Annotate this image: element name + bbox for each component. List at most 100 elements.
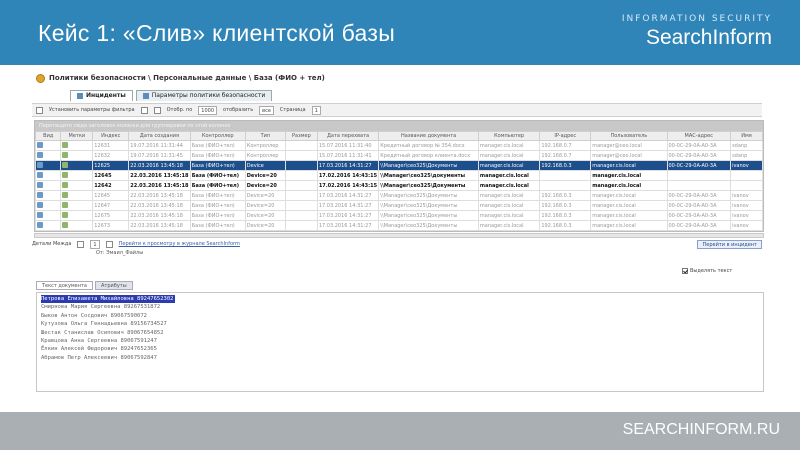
tab-incidents[interactable]: Инциденты [70, 90, 133, 101]
table-row[interactable]: 12625 22.03.2016 13:45:18 База (ФИО+тел) De… [35, 160, 763, 171]
table-cell: manager.cis.local [590, 220, 668, 231]
column-header[interactable]: MAC-адрес [666, 131, 732, 141]
column-header[interactable]: Контроллер [189, 131, 246, 141]
table-cell: manager.cis.local [590, 200, 668, 211]
column-header[interactable]: Дата создания [128, 131, 191, 141]
checkbox-checked-icon[interactable] [682, 268, 688, 274]
page-input[interactable]: 1 [311, 105, 321, 115]
table-cell: ivanov [730, 200, 763, 211]
table-cell: 17.03.2016 14:31:27 [316, 190, 380, 201]
column-header[interactable]: Компьютер [477, 131, 541, 141]
table-row[interactable]: 12645 22.03.2016 13:45:18 База (ФИО+тел) De… [35, 170, 763, 181]
tag-icon [62, 171, 69, 178]
tab-policy-params[interactable]: Параметры политики безопасности [135, 90, 273, 101]
table-cell: 00-0C-29-0A-A0-3A [666, 220, 732, 231]
table-cell [35, 220, 62, 231]
table-cell: manager.cis.local [477, 180, 541, 191]
table-cell: \\Manager\ceo325\документы [378, 170, 479, 181]
table-row[interactable]: 12675 22.03.2016 13:45:18 База (ФИО+тел) De… [35, 210, 763, 221]
incident-type-icon [37, 151, 43, 158]
table-cell: \\Manager\ceo325\Документы [378, 180, 479, 191]
nav-next-icon[interactable] [105, 240, 113, 248]
table-cell: 00-0C-29-0A-A0-3A [666, 160, 732, 171]
table-cell: Device=20 [244, 170, 287, 181]
column-header[interactable]: Тип [244, 131, 287, 141]
table-cell: 12675 [92, 210, 130, 221]
group-by-bar: Перетащите сюда заголовок колонки для гр… [35, 121, 763, 131]
table-cell [285, 200, 318, 211]
brand-tagline: INFORMATION SECURITY [621, 14, 772, 24]
policy-icon [36, 73, 45, 83]
export-icon[interactable] [153, 106, 161, 114]
table-cell: База (ФИО+тел) [189, 200, 246, 211]
open-in-log-link[interactable]: Перейти к просмотру в журнале SearchInfo… [119, 241, 240, 247]
column-header[interactable]: Вид [35, 131, 62, 141]
table-cell: 00-0C-29-0A-A0-3A [666, 190, 732, 201]
table-cell [285, 150, 318, 161]
table-cell: manager.cis.local [477, 160, 541, 171]
text-line: Кравцова Анна Сергеевна 89067591247 [41, 338, 157, 345]
table-cell: \\Manager\ceo325\Документы [378, 210, 479, 221]
incident-type-icon [37, 141, 43, 148]
table-cell [730, 170, 763, 181]
breadcrumb: Политики безопасности \ Персональные дан… [36, 72, 325, 84]
table-cell: База (ФИО+тел) [189, 220, 246, 231]
table-cell: 22.03.2016 13:45:18 [128, 210, 191, 221]
table-cell [285, 180, 318, 191]
text-line: Быков Антон Сосдович 89067590072 [41, 312, 147, 319]
filter-icon[interactable] [36, 106, 43, 114]
table-cell: 00-0C-29-0A-A0-3A [666, 210, 732, 221]
tab-document-text[interactable]: Текст документа [36, 281, 93, 290]
table-cell [285, 160, 318, 171]
text-line: Абрамов Петр Алексеевич 89067592847 [41, 354, 157, 361]
table-row[interactable]: 12631 19.07.2016 11:31:44 База (ФИО+тел) Ко… [35, 140, 763, 151]
incident-type-icon [37, 181, 43, 188]
filter-button[interactable]: Установить параметры фильтра [49, 107, 135, 113]
table-cell: База (ФИО+тел) [189, 150, 246, 161]
refresh-icon[interactable] [140, 106, 148, 114]
table-row[interactable]: 12642 22.03.2016 13:45:18 База (ФИО+тел) De… [35, 180, 763, 191]
table-cell: Device=20 [244, 180, 287, 191]
document-text-panel[interactable]: Петрова Елизавета Михайловна 89247652302… [36, 292, 764, 392]
content-tabs: Текст документа Атрибуты [36, 281, 133, 290]
column-header[interactable]: Дата перехвата [316, 131, 380, 141]
table-cell: 22.03.2016 13:45:18 [128, 200, 191, 211]
table-cell: manager.cis.local [590, 210, 668, 221]
column-header[interactable]: Индекс [92, 131, 130, 141]
column-header[interactable]: Имя [730, 131, 763, 141]
table-row[interactable]: 12647 22.03.2016 13:45:18 База (ФИО+тел) De… [35, 200, 763, 211]
table-cell [666, 180, 732, 191]
table-cell: manager.cis.local [590, 180, 668, 191]
table-cell [35, 150, 62, 161]
highlight-text-toggle[interactable]: Выделять текст [682, 268, 732, 274]
table-row[interactable]: 12673 22.03.2016 13:45:18 База (ФИО+тел) De… [35, 220, 763, 231]
display-select[interactable]: все [259, 105, 274, 115]
detail-label: Детали Межда [32, 241, 72, 247]
column-header[interactable]: Пользователь [590, 131, 668, 141]
incident-type-icon [37, 221, 43, 228]
table-cell: manager.cis.local [477, 220, 541, 231]
incidents-icon [77, 93, 83, 99]
column-header[interactable]: IP-адрес [539, 131, 592, 141]
display-label: отобразить [223, 107, 254, 113]
table-cell: База (ФИО+тел) [189, 180, 246, 191]
column-header[interactable]: Размер [285, 131, 318, 141]
tab-attributes[interactable]: Атрибуты [95, 281, 133, 290]
table-cell: \\Manager\ceo325\Документы [378, 200, 479, 211]
tag-icon [62, 221, 69, 228]
detail-bar: Детали Межда 1 Перейти к просмотру в жур… [32, 238, 762, 250]
tab-label: Параметры политики безопасности [151, 92, 266, 99]
table-row[interactable]: 12645 22.03.2016 13:45:18 База (ФИО+тел) De… [35, 190, 763, 201]
detail-page-input[interactable]: 1 [90, 239, 100, 249]
column-header[interactable]: Метки [60, 131, 94, 141]
go-to-incident-button[interactable]: Перейти в инцидент [697, 239, 762, 249]
show-count-select[interactable]: 1000 [198, 105, 218, 115]
table-cell: 12642 [92, 180, 130, 191]
column-header[interactable]: Название документа [378, 131, 479, 141]
table-row[interactable]: 12632 19.07.2016 11:31:45 База (ФИО+тел) Ко… [35, 150, 763, 161]
owner-text: От: Эмаил_Файлы [96, 250, 144, 256]
text-line: Кутузова Ольга Геннадьевна 89156734527 [41, 321, 167, 328]
table-cell: 00-0C-29-0A-A0-3A [666, 150, 732, 161]
table-cell: 192.168.0.3 [539, 160, 592, 171]
nav-prev-icon[interactable] [77, 240, 85, 248]
